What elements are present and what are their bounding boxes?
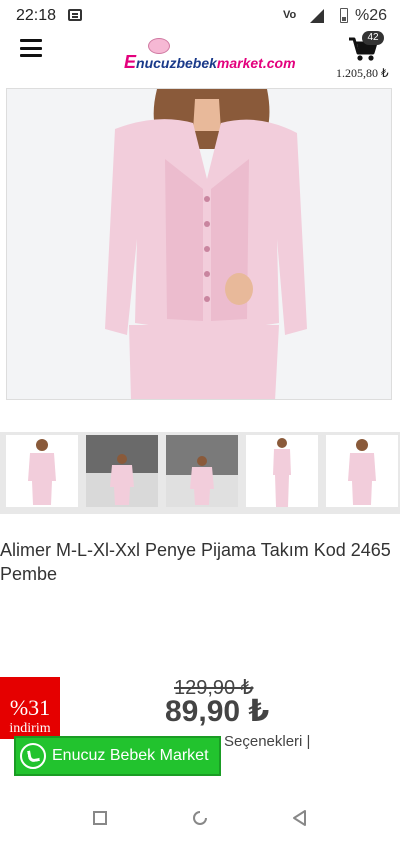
recents-icon[interactable] bbox=[90, 808, 110, 828]
battery-icon bbox=[340, 8, 348, 23]
product-title: Alimer M-L-Xl-Xxl Penye Pijama Takım Kod… bbox=[0, 540, 391, 584]
thumbnail-1[interactable] bbox=[6, 435, 78, 507]
options-link[interactable]: Seçenekleri | bbox=[224, 733, 310, 750]
navigation-bar bbox=[0, 792, 400, 844]
discount-percent: %31 bbox=[9, 695, 51, 720]
thumbnail-4[interactable] bbox=[246, 435, 318, 507]
battery-level: %26 bbox=[355, 7, 388, 24]
cart-count-badge: 42 bbox=[362, 31, 384, 45]
discount-badge: %31 indirim bbox=[0, 677, 60, 739]
thumbnail-3[interactable] bbox=[166, 435, 238, 507]
thumbnail-5[interactable] bbox=[326, 435, 398, 507]
site-header: Enucuzbebekmarket.com 42 1.205,80 ₺ bbox=[0, 31, 400, 88]
cart-total: 1.205,80 ₺ bbox=[336, 66, 389, 80]
cart-button[interactable]: 42 1.205,80 ₺ bbox=[334, 31, 394, 84]
whatsapp-icon bbox=[20, 743, 46, 769]
network-label: Vo bbox=[283, 9, 297, 21]
status-bar: 22:18 Vo %26 bbox=[0, 0, 400, 32]
logo-text: Enucuzbebekmarket.com bbox=[124, 52, 296, 72]
menu-icon[interactable] bbox=[20, 39, 42, 57]
home-icon[interactable] bbox=[190, 808, 210, 828]
discount-label: indirim bbox=[9, 721, 51, 736]
thumbnail-2[interactable] bbox=[86, 435, 158, 507]
thumbnail-strip bbox=[0, 432, 400, 514]
whatsapp-button[interactable]: Enucuz Bebek Market bbox=[14, 736, 221, 776]
site-logo[interactable]: Enucuzbebekmarket.com bbox=[124, 38, 296, 76]
whatsapp-label: Enucuz Bebek Market bbox=[52, 747, 209, 764]
message-icon bbox=[68, 9, 82, 21]
pajama-photo bbox=[7, 89, 391, 399]
back-icon[interactable] bbox=[290, 808, 310, 828]
new-price: 89,90 ₺ bbox=[165, 695, 270, 728]
signal-icon bbox=[310, 9, 324, 23]
product-main-image[interactable] bbox=[6, 88, 392, 400]
status-time: 22:18 bbox=[16, 7, 57, 24]
